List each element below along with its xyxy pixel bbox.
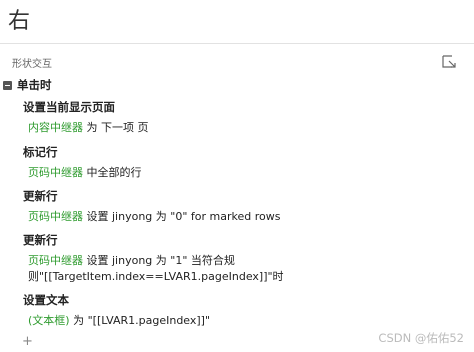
action-detail: 页码中继器 设置 jinyong 为 "1" 当符合规 则"[[TargetIt… xyxy=(28,253,284,285)
action-target: (文本框) xyxy=(28,314,70,327)
event-row[interactable]: 单击时 xyxy=(3,78,52,92)
expand-icon[interactable] xyxy=(441,54,457,70)
action-update-rows-conditional[interactable]: 更新行 页码中继器 设置 jinyong 为 "1" 当符合规 则"[[Targ… xyxy=(23,233,284,285)
action-detail: 页码中继器 设置 jinyong 为 "0" for marked rows xyxy=(28,209,280,225)
action-condition: 则"[[TargetItem.index==LVAR1.pageIndex]]"… xyxy=(28,270,284,283)
action-title: 更新行 xyxy=(23,189,58,203)
panel-header: 右 xyxy=(0,0,474,44)
action-title: 更新行 xyxy=(23,233,58,247)
action-description: 为 下一项 页 xyxy=(83,121,149,134)
action-title: 设置文本 xyxy=(23,293,69,307)
action-detail: 内容中继器 为 下一项 页 xyxy=(28,120,149,136)
action-detail: 页码中继器 中全部的行 xyxy=(28,165,142,181)
action-target: 页码中继器 xyxy=(28,254,83,267)
action-set-panel-state[interactable]: 设置当前显示页面 内容中继器 为 下一项 页 xyxy=(23,100,149,136)
action-target: 页码中继器 xyxy=(28,166,83,179)
action-detail: (文本框) 为 "[[LVAR1.pageIndex]]" xyxy=(28,313,210,329)
action-set-text[interactable]: 设置文本 (文本框) 为 "[[LVAR1.pageIndex]]" xyxy=(23,293,210,329)
action-description: 设置 jinyong 为 "1" 当符合规 xyxy=(83,254,235,267)
action-target: 页码中继器 xyxy=(28,210,83,223)
action-title: 设置当前显示页面 xyxy=(23,100,115,114)
section-label: 形状交互 xyxy=(12,59,52,70)
event-label: 单击时 xyxy=(17,78,52,92)
watermark: CSDN @佑佑52 xyxy=(378,331,464,345)
action-mark-rows[interactable]: 标记行 页码中继器 中全部的行 xyxy=(23,145,142,181)
action-title: 标记行 xyxy=(23,145,58,159)
add-action-icon[interactable]: + xyxy=(22,334,33,349)
action-update-rows[interactable]: 更新行 页码中继器 设置 jinyong 为 "0" for marked ro… xyxy=(23,189,280,225)
action-target: 内容中继器 xyxy=(28,121,83,134)
action-description: 为 "[[LVAR1.pageIndex]]" xyxy=(69,314,211,327)
action-description: 中全部的行 xyxy=(83,166,142,179)
action-description: 设置 jinyong 为 "0" for marked rows xyxy=(83,210,281,223)
collapse-icon[interactable] xyxy=(3,80,12,90)
panel-title: 右 xyxy=(8,9,31,34)
